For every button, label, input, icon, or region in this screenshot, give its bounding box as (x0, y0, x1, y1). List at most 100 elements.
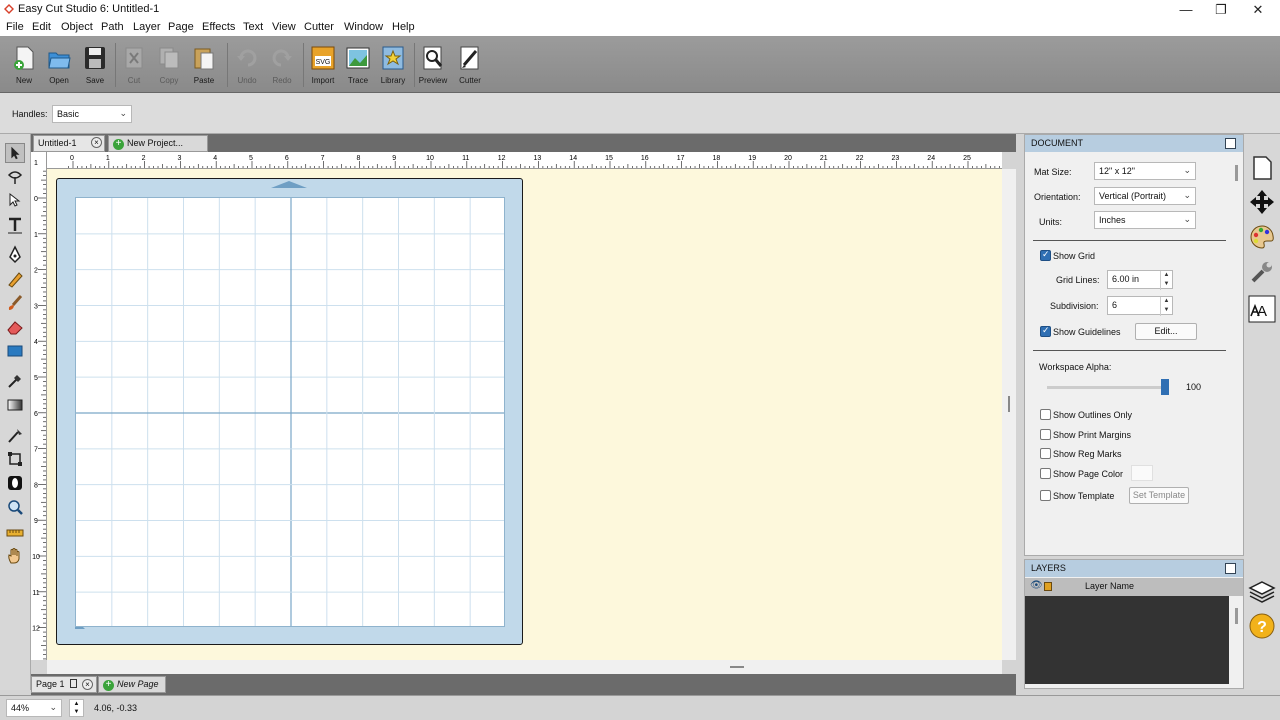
redo-button[interactable]: Redo (265, 43, 299, 89)
show-grid-checkbox[interactable] (1040, 249, 1051, 261)
subdivision-input[interactable]: 6 ▲ ▼ (1107, 296, 1173, 316)
document-page-icon[interactable] (1248, 154, 1276, 182)
text-style-icon[interactable]: A (1248, 295, 1276, 323)
preview-button[interactable]: Preview (416, 43, 450, 89)
layers-stack-icon[interactable] (1248, 578, 1276, 606)
page-tab-bar: Page 1 × + New Page (31, 674, 1016, 695)
contour-tool-icon[interactable] (5, 473, 25, 493)
handles-label: Handles: (12, 109, 48, 119)
text-tool-icon[interactable] (5, 215, 25, 235)
panel-scroll-thumb[interactable] (1235, 165, 1238, 181)
cutter-button[interactable]: Cutter (453, 43, 487, 89)
node-edit-icon[interactable] (5, 191, 25, 211)
units-select[interactable]: Inches ⌄ (1094, 211, 1196, 229)
workspace-alpha-label: Workspace Alpha: (1039, 362, 1112, 372)
show-outlines-only-checkbox[interactable] (1040, 409, 1051, 420)
color-palette-icon[interactable] (1248, 223, 1276, 251)
svg-text:SVG: SVG (316, 59, 331, 66)
vertical-scroll-thumb[interactable] (1008, 396, 1010, 412)
set-template-button[interactable]: Set Template (1129, 487, 1189, 504)
crop-transform-icon[interactable] (5, 449, 25, 469)
ruler-label: 20 (784, 155, 792, 162)
warp-tool-icon[interactable] (5, 167, 25, 187)
stepper-arrows-icon[interactable]: ▲ ▼ (1160, 297, 1172, 316)
ruler-label: 2 (142, 155, 146, 162)
layers-scroll-thumb[interactable] (1235, 608, 1238, 624)
open-button[interactable]: Open (42, 43, 76, 89)
mat-size-select[interactable]: 12" x 12" ⌄ (1094, 162, 1196, 180)
ruler-label: 7 (34, 447, 38, 454)
zoom-stepper[interactable]: ▲ ▼ (69, 699, 84, 717)
show-guidelines-checkbox[interactable] (1040, 325, 1051, 337)
zoom-tool-icon[interactable] (5, 497, 25, 517)
zoom-select[interactable]: 44% ⌄ (6, 699, 62, 717)
stepper-arrows-icon[interactable]: ▲ ▼ (1160, 271, 1172, 290)
menu-page[interactable]: Page (168, 21, 194, 33)
select-arrow-icon[interactable] (5, 143, 25, 163)
horizontal-scrollbar[interactable] (47, 660, 1002, 674)
handles-select[interactable]: Basic ⌄ (52, 105, 132, 123)
menu-effects[interactable]: Effects (202, 21, 235, 33)
move-arrows-icon[interactable] (1248, 188, 1276, 216)
show-outlines-only-label: Show Outlines Only (1053, 410, 1133, 420)
lock-icon[interactable] (1044, 582, 1052, 591)
vertical-scrollbar[interactable] (1002, 169, 1016, 660)
menu-window[interactable]: Window (344, 21, 383, 33)
show-reg-marks-checkbox[interactable] (1040, 448, 1051, 459)
close-button[interactable]: ✕ (1240, 0, 1276, 19)
menu-path[interactable]: Path (101, 21, 124, 33)
close-tab-icon[interactable]: × (91, 137, 102, 148)
layers-list[interactable] (1025, 596, 1229, 684)
show-template-checkbox[interactable] (1040, 490, 1051, 501)
menu-object[interactable]: Object (61, 21, 93, 33)
menu-layer[interactable]: Layer (133, 21, 161, 33)
close-page-icon[interactable]: × (82, 679, 93, 690)
rectangle-tool-icon[interactable] (5, 341, 25, 361)
ruler-label: 11 (462, 155, 469, 162)
paste-button[interactable]: Paste (187, 43, 221, 89)
minimize-button[interactable]: — (1168, 0, 1204, 19)
gradient-tool-icon[interactable] (5, 395, 25, 415)
menu-text[interactable]: Text (243, 21, 263, 33)
help-question-icon[interactable]: ? (1248, 612, 1276, 640)
show-print-margins-checkbox[interactable] (1040, 429, 1051, 440)
menu-edit[interactable]: Edit (32, 21, 51, 33)
chevron-down-icon: ⌄ (1183, 214, 1191, 224)
trace-image-icon (346, 47, 370, 69)
workspace-alpha-slider[interactable] (1047, 379, 1169, 395)
wrench-settings-icon[interactable] (1248, 258, 1276, 286)
pencil-tool-icon[interactable] (5, 269, 25, 289)
menu-view[interactable]: View (272, 21, 296, 33)
paste-clipboard-icon (194, 48, 214, 70)
page-color-swatch[interactable] (1131, 465, 1153, 481)
show-page-color-checkbox[interactable] (1040, 468, 1051, 479)
copy-icon (159, 47, 179, 69)
hand-pan-icon[interactable] (5, 546, 25, 566)
pen-tool-icon[interactable] (5, 245, 25, 265)
eraser-tool-icon[interactable] (5, 317, 25, 337)
undock-layers-icon[interactable] (1225, 563, 1236, 574)
horizontal-scroll-thumb[interactable] (730, 666, 744, 668)
visibility-eye-icon[interactable]: 👁 (1030, 580, 1043, 591)
brush-tool-icon[interactable] (5, 293, 25, 313)
show-print-margins-label: Show Print Margins (1053, 430, 1132, 440)
eyedropper-tool-icon[interactable] (5, 371, 25, 391)
grid-lines-input[interactable]: 6.00 in ▲ ▼ (1107, 270, 1173, 290)
library-button[interactable]: Library (376, 43, 410, 89)
orientation-select[interactable]: Vertical (Portrait) ⌄ (1094, 187, 1196, 205)
knife-tool-icon[interactable] (5, 425, 25, 445)
ruler-label: 4 (34, 339, 38, 346)
document-tab-bar: Untitled-1 × + New Project... (31, 134, 1016, 152)
menu-file[interactable]: File (6, 21, 24, 33)
new-project-tab[interactable]: + New Project... (108, 135, 208, 152)
undock-panel-icon[interactable] (1225, 138, 1236, 149)
edit-guidelines-button[interactable]: Edit... (1135, 323, 1197, 340)
measure-ruler-icon[interactable] (5, 523, 25, 543)
save-button[interactable]: Save (78, 43, 112, 89)
menu-help[interactable]: Help (392, 21, 415, 33)
ruler-label: 1 (106, 155, 110, 162)
menu-cutter[interactable]: Cutter (304, 21, 334, 33)
slider-thumb[interactable] (1161, 379, 1169, 395)
new-page-tab[interactable]: + New Page (98, 676, 166, 693)
restore-button[interactable]: ❐ (1203, 0, 1239, 19)
